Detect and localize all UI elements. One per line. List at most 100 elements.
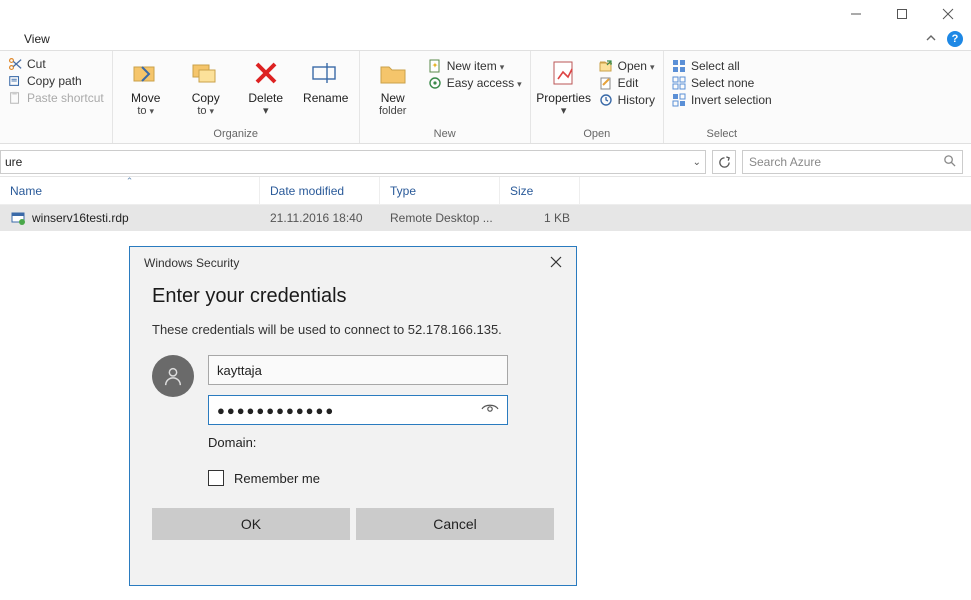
ribbon-collapse-icon[interactable] <box>925 32 937 47</box>
rename-button[interactable]: Rename <box>301 57 351 105</box>
password-value: ●●●●●●●●●●●● <box>217 403 335 418</box>
easy-access-button[interactable]: Easy access <box>428 76 522 90</box>
credentials-dialog: Windows Security Enter your credentials … <box>129 246 577 586</box>
cancel-button[interactable]: Cancel <box>356 508 554 540</box>
file-size: 1 KB <box>500 211 580 225</box>
col-type-label: Type <box>390 184 416 198</box>
open-button[interactable]: Open <box>599 59 655 73</box>
edit-label: Edit <box>618 76 639 90</box>
group-label-new: New <box>368 128 522 141</box>
delete-icon <box>250 57 282 89</box>
col-date[interactable]: Date modified <box>260 177 380 204</box>
col-date-label: Date modified <box>270 184 344 198</box>
paste-shortcut-button: Paste shortcut <box>8 91 104 105</box>
ok-label: OK <box>241 516 261 532</box>
new-folder-label2: folder <box>379 105 407 118</box>
select-none-icon <box>672 76 686 90</box>
menu-view[interactable]: View <box>24 32 50 46</box>
copy-to-icon <box>190 57 222 89</box>
history-label: History <box>618 93 655 107</box>
ok-button[interactable]: OK <box>152 508 350 540</box>
properties-label: Properties <box>536 91 591 105</box>
edit-button[interactable]: Edit <box>599 76 655 90</box>
dialog-close-button[interactable] <box>550 255 562 271</box>
history-button[interactable]: History <box>599 93 655 107</box>
properties-icon <box>548 57 580 89</box>
reveal-password-icon[interactable] <box>481 402 499 419</box>
invert-selection-button[interactable]: Invert selection <box>672 93 772 107</box>
group-label-organize: Organize <box>121 128 351 141</box>
new-item-icon: ✦ <box>428 59 442 73</box>
ribbon-group-new: New folder ✦ New item Easy access New <box>360 51 531 143</box>
easy-access-label: Easy access <box>447 76 522 90</box>
cancel-label: Cancel <box>433 516 477 532</box>
minimize-button[interactable] <box>833 0 879 28</box>
username-value: kayttaja <box>217 363 262 378</box>
window-titlebar <box>0 0 971 28</box>
properties-drop: ▾ <box>561 105 567 118</box>
password-field[interactable]: ●●●●●●●●●●●● <box>208 395 508 425</box>
help-icon[interactable]: ? <box>947 31 963 47</box>
group-label-select: Select <box>672 128 772 141</box>
close-button[interactable] <box>925 0 971 28</box>
easy-access-icon <box>428 76 442 90</box>
group-label-clipboard <box>8 128 104 141</box>
sort-caret-icon: ⌃ <box>126 176 134 187</box>
col-name[interactable]: ⌃ Name <box>0 177 260 204</box>
select-none-button[interactable]: Select none <box>672 76 772 90</box>
cut-button[interactable]: Cut <box>8 57 104 71</box>
file-type: Remote Desktop ... <box>380 211 500 225</box>
address-box[interactable]: ure ⌄ <box>0 150 706 174</box>
select-all-label: Select all <box>691 59 740 73</box>
move-to-icon <box>130 57 162 89</box>
copy-path-label: Copy path <box>27 74 82 88</box>
col-size[interactable]: Size <box>500 177 580 204</box>
copy-path-button[interactable]: Copy path <box>8 74 104 88</box>
svg-text:✦: ✦ <box>431 61 438 70</box>
menu-row: View ? <box>0 28 971 50</box>
column-headers: ⌃ Name Date modified Type Size <box>0 177 971 205</box>
delete-button[interactable]: Delete ▾ <box>241 57 291 119</box>
properties-button[interactable]: Properties ▾ <box>539 57 589 119</box>
invert-selection-label: Invert selection <box>691 93 772 107</box>
new-folder-button[interactable]: New folder <box>368 57 418 119</box>
cut-label: Cut <box>27 57 46 71</box>
col-size-label: Size <box>510 184 533 198</box>
maximize-button[interactable] <box>879 0 925 28</box>
col-name-label: Name <box>10 184 42 198</box>
copy-to-button[interactable]: Copy to <box>181 57 231 119</box>
address-bar-row: ure ⌄ Search Azure <box>0 144 971 176</box>
file-name: winserv16testi.rdp <box>32 211 129 225</box>
search-placeholder: Search Azure <box>749 155 821 169</box>
domain-label: Domain: <box>208 435 554 450</box>
col-type[interactable]: Type <box>380 177 500 204</box>
select-none-label: Select none <box>691 76 754 90</box>
select-all-icon <box>672 59 686 73</box>
move-to-button[interactable]: Move to <box>121 57 171 119</box>
rename-icon <box>310 57 342 89</box>
file-row[interactable]: winserv16testi.rdp 21.11.2016 18:40 Remo… <box>0 205 971 231</box>
open-label: Open <box>618 59 655 73</box>
dialog-subtext: These credentials will be used to connec… <box>152 322 554 337</box>
ribbon-group-organize: Move to Copy to Delete ▾ <box>113 51 360 143</box>
ribbon: Cut Copy path Paste shortcut <box>0 50 971 144</box>
move-to-label: Move <box>131 91 160 105</box>
remember-checkbox[interactable] <box>208 470 224 486</box>
new-folder-label1: New <box>381 91 405 105</box>
open-icon <box>599 59 613 73</box>
invert-selection-icon <box>672 93 686 107</box>
ribbon-group-select: Select all Select none Invert selection … <box>664 51 780 143</box>
refresh-button[interactable] <box>712 150 736 174</box>
paste-shortcut-icon <box>8 91 22 105</box>
rdp-file-icon <box>10 210 26 226</box>
search-box[interactable]: Search Azure <box>742 150 963 174</box>
username-field[interactable]: kayttaja <box>208 355 508 385</box>
select-all-button[interactable]: Select all <box>672 59 772 73</box>
copy-to-label: Copy <box>192 91 220 105</box>
group-label-open: Open <box>539 128 655 141</box>
new-item-button[interactable]: ✦ New item <box>428 59 522 73</box>
new-folder-icon <box>377 57 409 89</box>
move-to-sub: to <box>137 105 154 118</box>
copy-to-sub: to <box>197 105 214 118</box>
address-dropdown-icon[interactable]: ⌄ <box>693 157 701 168</box>
